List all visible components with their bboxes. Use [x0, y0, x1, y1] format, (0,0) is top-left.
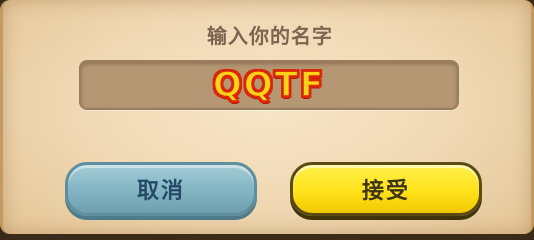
- dialog-title: 输入你的名字: [207, 24, 333, 48]
- name-entry-dialog: 输入你的名字 QQTF 取消 接受: [0, 0, 534, 234]
- cancel-button-label: 取消: [136, 179, 185, 204]
- name-value: QQTF: [212, 64, 326, 106]
- name-input[interactable]: QQTF: [79, 60, 459, 110]
- accept-button-label: 接受: [361, 179, 410, 204]
- accept-button[interactable]: 接受: [290, 162, 482, 216]
- cancel-button[interactable]: 取消: [65, 162, 257, 216]
